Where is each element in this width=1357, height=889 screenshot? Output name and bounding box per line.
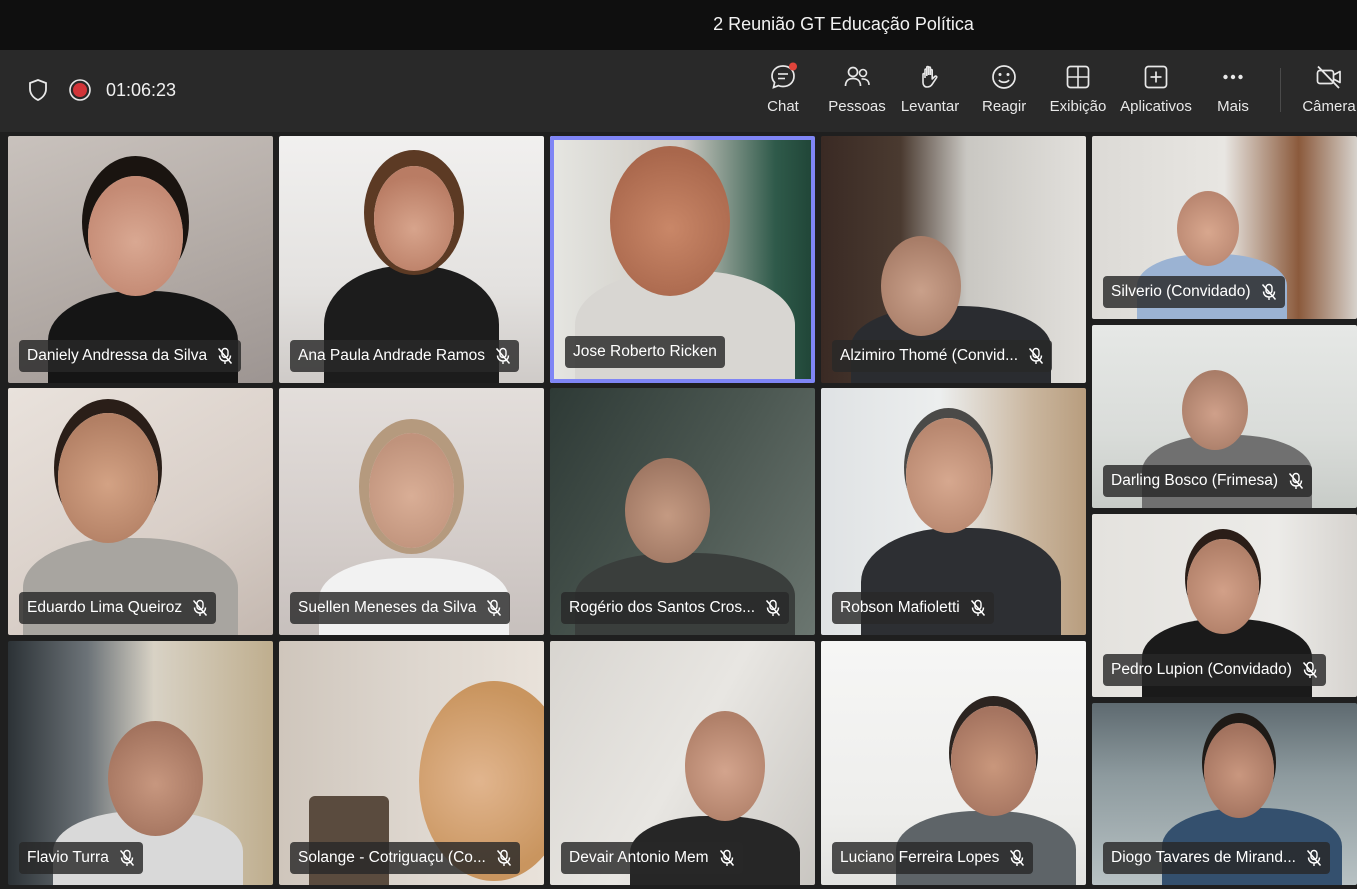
participant-tile-active-speaker[interactable]: Jose Roberto Ricken [550, 136, 815, 383]
participant-name: Pedro Lupion (Convidado) [1111, 661, 1292, 678]
raise-hand-icon [922, 65, 938, 88]
participant-tile[interactable]: Luciano Ferreira Lopes [821, 641, 1086, 885]
mic-off-icon [719, 849, 734, 866]
participant-name: Devair Antonio Mem [569, 849, 709, 866]
participant-tile[interactable]: Rogério dos Santos Cros... [550, 388, 815, 635]
participant-tile[interactable]: Flavio Turra [8, 641, 273, 885]
participant-name: Jose Roberto Ricken [573, 343, 717, 360]
chat-button[interactable]: Chat [760, 62, 806, 124]
participant-nametag: Ana Paula Andrade Ramos [290, 340, 519, 372]
more-label: Mais [1217, 98, 1249, 115]
participant-name: Darling Bosco (Frimesa) [1111, 472, 1279, 489]
apps-button[interactable]: Aplicativos [1118, 62, 1194, 124]
participant-nametag: Devair Antonio Mem [561, 842, 743, 874]
participant-name: Daniely Andressa da Silva [27, 347, 208, 364]
participant-nametag: Solange - Cotriguaçu (Co... [290, 842, 520, 874]
mic-off-icon [119, 849, 134, 866]
participant-nametag: Robson Mafioletti [832, 592, 994, 624]
mic-off-icon [1261, 283, 1276, 300]
participant-tile[interactable]: Darling Bosco (Frimesa) [1092, 325, 1357, 508]
meeting-toolbar: 01:06:23 Chat Pessoas Levantar Reagir Ex… [0, 50, 1357, 132]
participant-tile[interactable]: Suellen Meneses da Silva [279, 388, 544, 635]
participant-name: Alzimiro Thomé (Convid... [840, 347, 1019, 364]
mic-off-icon [1289, 472, 1304, 489]
camera-button[interactable]: Câmera [1302, 62, 1356, 124]
mic-off-icon [495, 347, 511, 364]
smile-icon [992, 65, 1016, 89]
title-bar: 2 Reunião GT Educação Política [0, 0, 1357, 50]
toolbar-divider [1280, 68, 1281, 112]
mic-off-icon [487, 599, 502, 616]
participant-nametag: Darling Bosco (Frimesa) [1103, 465, 1313, 497]
more-icon [1223, 74, 1243, 80]
participant-tile[interactable]: Pedro Lupion (Convidado) [1092, 514, 1357, 697]
chat-badge [789, 62, 797, 71]
camera-label: Câmera [1302, 98, 1356, 115]
participant-name: Silverio (Convidado) [1111, 283, 1251, 300]
raise-hand-label: Levantar [900, 98, 960, 115]
participant-tile[interactable]: Eduardo Lima Queiroz [8, 388, 273, 635]
participant-nametag: Suellen Meneses da Silva [290, 592, 511, 624]
more-button[interactable]: Mais [1212, 62, 1254, 124]
participant-tile[interactable]: Ana Paula Andrade Ramos [279, 136, 544, 383]
participant-name: Flavio Turra [27, 849, 109, 866]
meeting-timer: 01:06:23 [106, 80, 177, 100]
mic-off-icon [496, 849, 511, 866]
participant-nametag: Luciano Ferreira Lopes [832, 842, 1034, 874]
participant-name: Luciano Ferreira Lopes [840, 849, 1000, 866]
add-app-icon [1144, 65, 1168, 89]
view-button[interactable]: Exibição [1048, 62, 1108, 124]
participant-tile[interactable]: Alzimiro Thomé (Convid... [821, 136, 1086, 383]
grid-view-icon [1066, 65, 1090, 89]
people-label: Pessoas [828, 98, 886, 115]
participant-name: Suellen Meneses da Silva [298, 599, 477, 616]
apps-label: Aplicativos [1120, 98, 1192, 115]
react-button[interactable]: Reagir [982, 62, 1026, 124]
participant-tile[interactable]: Daniely Andressa da Silva [8, 136, 273, 383]
participant-tile[interactable]: Devair Antonio Mem [550, 641, 815, 885]
react-label: Reagir [982, 98, 1027, 115]
participant-name: Rogério dos Santos Cros... [569, 599, 756, 616]
participant-nametag: Diogo Tavares de Mirand... [1103, 842, 1330, 874]
participant-nametag: Pedro Lupion (Convidado) [1103, 654, 1326, 686]
participant-tile[interactable]: Solange - Cotriguaçu (Co... [279, 641, 544, 885]
participant-nametag: Eduardo Lima Queiroz [19, 592, 217, 624]
participant-nametag: Daniely Andressa da Silva [19, 340, 242, 372]
participant-name: Eduardo Lima Queiroz [27, 599, 183, 616]
raise-hand-button[interactable]: Levantar [900, 62, 960, 124]
participant-name: Solange - Cotriguaçu (Co... [298, 849, 486, 866]
mic-off-icon [218, 347, 233, 364]
participant-name: Diogo Tavares de Mirand... [1111, 849, 1296, 866]
mic-off-icon [1302, 661, 1318, 678]
participant-name: Ana Paula Andrade Ramos [298, 347, 485, 364]
video-grid: Daniely Andressa da Silva Ana Paula Andr… [0, 132, 1357, 889]
mic-off-icon [766, 599, 781, 616]
mic-off-icon [970, 599, 985, 616]
people-icon [844, 66, 870, 87]
chat-label: Chat [767, 98, 799, 115]
mic-off-icon [1028, 347, 1044, 364]
participant-nametag: Flavio Turra [19, 842, 143, 874]
mic-off-icon [193, 599, 208, 616]
participant-nametag: Rogério dos Santos Cros... [561, 592, 790, 624]
participant-tile[interactable]: Diogo Tavares de Mirand... [1092, 703, 1357, 885]
camera-off-icon [1316, 65, 1341, 89]
shield-icon[interactable] [26, 78, 50, 102]
mic-off-icon [1306, 849, 1322, 866]
participant-tile[interactable]: Silverio (Convidado) [1092, 136, 1357, 319]
view-label: Exibição [1049, 98, 1107, 115]
participant-tile[interactable]: Robson Mafioletti [821, 388, 1086, 635]
people-button[interactable]: Pessoas [828, 62, 886, 124]
participant-name: Robson Mafioletti [840, 599, 960, 616]
participant-nametag: Alzimiro Thomé (Convid... [832, 340, 1053, 372]
chat-icon [771, 62, 797, 89]
participant-nametag: Silverio (Convidado) [1103, 276, 1285, 308]
mic-off-icon [1010, 849, 1025, 866]
meeting-title: 2 Reunião GT Educação Política [713, 14, 974, 34]
recording-icon [69, 79, 91, 101]
participant-nametag: Jose Roberto Ricken [565, 336, 725, 368]
